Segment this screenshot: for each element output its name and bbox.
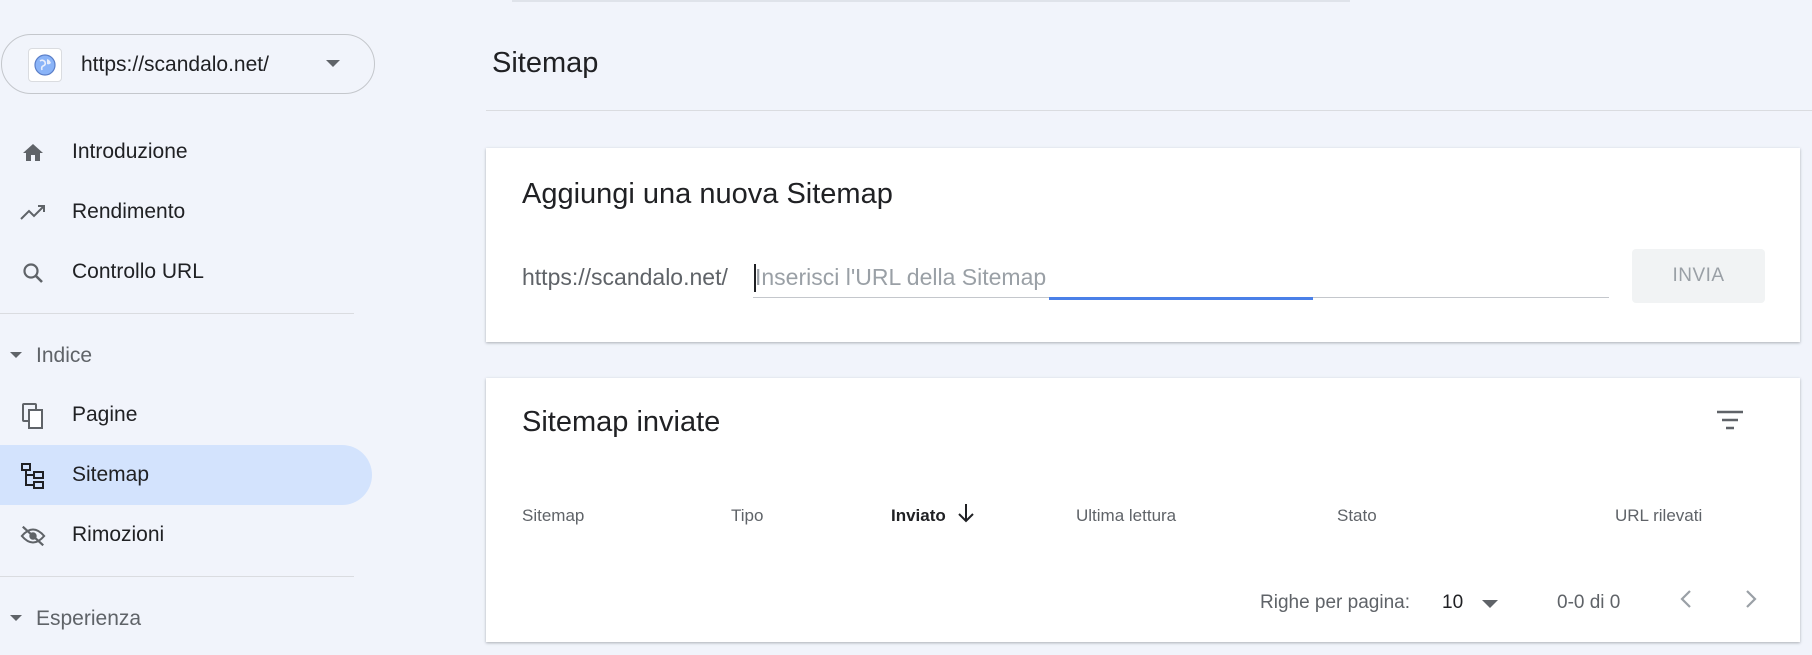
section-header-esperienza[interactable]: Esperienza	[0, 599, 360, 639]
arrow-drop-down-icon	[10, 615, 22, 621]
property-url: https://scandalo.net/	[81, 53, 269, 76]
property-selector[interactable]: https://scandalo.net/	[1, 34, 375, 94]
sidebar-item-label: Sitemap	[72, 463, 150, 486]
section-label: Esperienza	[36, 607, 142, 630]
search-icon	[20, 260, 46, 286]
column-header-ultima-lettura[interactable]: Ultima lettura	[1076, 506, 1176, 526]
arrow-drop-down-icon	[1482, 600, 1498, 608]
column-header-url-rilevati[interactable]: URL rilevati	[1615, 506, 1702, 526]
column-header-tipo[interactable]: Tipo	[731, 506, 763, 526]
add-sitemap-card: Aggiungi una nuova Sitemap https://scand…	[486, 148, 1800, 342]
section-header-indice[interactable]: Indice	[0, 336, 360, 376]
arrow-drop-down-icon	[10, 352, 22, 358]
sidebar-item-introduzione[interactable]: Introduzione	[0, 122, 372, 182]
chevron-left-icon	[1679, 588, 1693, 615]
arrow-downward-icon[interactable]	[956, 502, 976, 524]
sidebar-item-label: Pagine	[72, 403, 138, 426]
filter-button[interactable]	[1708, 400, 1752, 444]
home-icon	[20, 140, 46, 166]
sidebar-item-sitemap[interactable]: Sitemap	[0, 445, 372, 505]
next-page-button[interactable]	[1731, 581, 1771, 621]
rows-per-page-select[interactable]: 10	[1438, 584, 1508, 620]
rows-per-page-label: Righe per pagina:	[1260, 592, 1410, 613]
column-header-sitemap[interactable]: Sitemap	[522, 506, 584, 526]
top-strip	[512, 0, 1350, 2]
submitted-sitemaps-card: Sitemap inviate Sitemap Tipo Inviato Ult…	[486, 378, 1800, 642]
column-header-inviato[interactable]: Inviato	[891, 506, 946, 526]
sidebar-item-controllo-url[interactable]: Controllo URL	[0, 242, 372, 302]
chevron-down-icon	[326, 60, 340, 67]
rows-per-page-value: 10	[1442, 592, 1464, 613]
input-focus-indicator	[1049, 297, 1313, 300]
sidebar-item-rimozioni[interactable]: Rimozioni	[0, 505, 372, 565]
sitemap-icon	[20, 463, 46, 489]
page-title: Sitemap	[492, 47, 599, 79]
submit-sitemap-button[interactable]: INVIA	[1632, 249, 1765, 303]
globe-icon	[28, 48, 62, 82]
sidebar-item-label: Controllo URL	[72, 260, 204, 283]
header-divider	[486, 110, 1812, 111]
sitemap-url-field	[753, 258, 1609, 300]
sidebar-item-label: Rimozioni	[72, 523, 165, 546]
text-cursor	[754, 264, 756, 292]
submitted-sitemaps-title: Sitemap inviate	[522, 406, 721, 438]
chevron-right-icon	[1744, 588, 1758, 615]
column-header-stato[interactable]: Stato	[1337, 506, 1377, 526]
add-sitemap-title: Aggiungi una nuova Sitemap	[522, 178, 893, 210]
sidebar-item-pagine[interactable]: Pagine	[0, 385, 372, 445]
pagination-range: 0-0 di 0	[1557, 592, 1621, 613]
filter-list-icon	[1716, 409, 1744, 436]
sidebar-item-label: Rendimento	[72, 200, 186, 223]
trending-up-icon	[20, 200, 46, 226]
previous-page-button[interactable]	[1666, 581, 1706, 621]
sidebar-item-label: Introduzione	[72, 140, 188, 163]
sitemap-url-input[interactable]	[753, 258, 1609, 296]
nav-divider	[0, 576, 354, 577]
pages-icon	[20, 403, 46, 429]
sidebar-item-rendimento[interactable]: Rendimento	[0, 182, 372, 242]
sidebar: https://scandalo.net/ Introduzione Rendi…	[0, 0, 380, 655]
nav-divider	[0, 313, 354, 314]
sitemap-url-prefix: https://scandalo.net/	[522, 264, 728, 290]
section-label: Indice	[36, 344, 93, 367]
visibility-off-icon	[20, 523, 46, 549]
